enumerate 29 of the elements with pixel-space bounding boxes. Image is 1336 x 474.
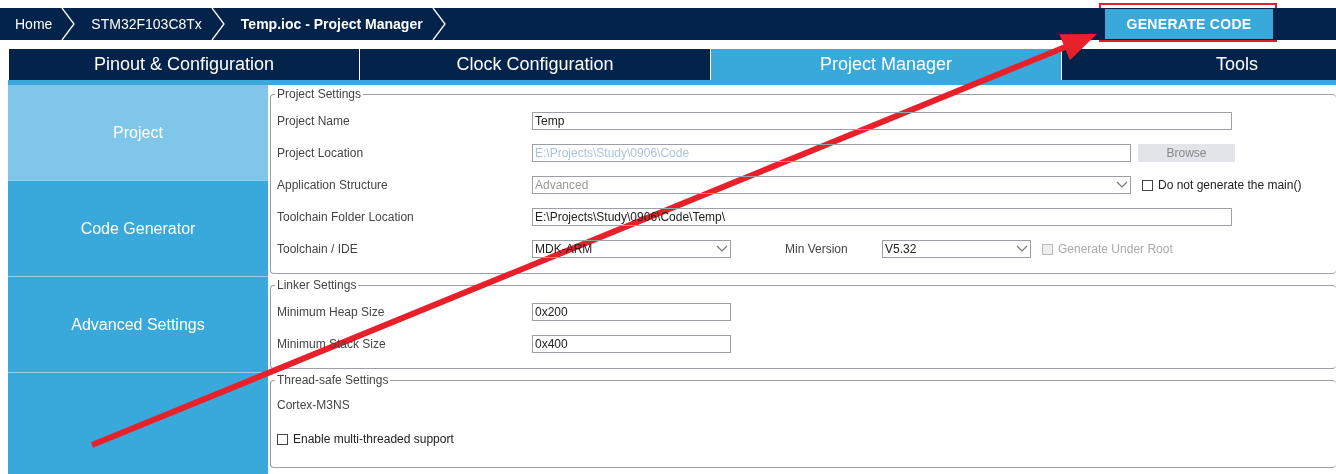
chevron-icon	[209, 8, 226, 40]
group-title: Project Settings	[276, 87, 363, 101]
checkbox[interactable]: Do not generate the main()	[1142, 178, 1302, 192]
field-label: Toolchain / IDE	[277, 242, 359, 256]
field-label: Project Name	[277, 114, 351, 128]
tab[interactable]: Clock Configuration	[359, 49, 710, 80]
caret-icon	[1016, 245, 1028, 253]
core-label: Cortex-M3NS	[277, 398, 350, 412]
chevron-icon	[60, 8, 77, 40]
field-label: Min Version	[785, 242, 849, 256]
checkbox[interactable]: Enable multi-threaded support	[277, 432, 454, 446]
tab[interactable]: Pinout & Configuration	[8, 49, 359, 80]
caret-icon	[1116, 181, 1128, 189]
group-title: Thread-safe Settings	[276, 373, 390, 387]
breadcrumb-link[interactable]: STM32F103C8Tx	[76, 16, 210, 32]
caret-icon	[716, 245, 728, 253]
field-label: Minimum Heap Size	[277, 305, 386, 319]
text-field[interactable]: 0x200	[532, 303, 731, 321]
field-label: Project Location	[277, 146, 365, 160]
dropdown[interactable]: V5.32	[882, 240, 1031, 258]
tab[interactable]: Tools	[1061, 49, 1336, 80]
text-field[interactable]: 0x400	[532, 335, 731, 353]
breadcrumb-link[interactable]: Temp.ioc - Project Manager	[225, 16, 431, 32]
field-label: Toolchain Folder Location	[277, 210, 415, 224]
group-title: Linker Settings	[276, 278, 358, 292]
field-label: Application Structure	[277, 178, 389, 192]
chevron-icon	[430, 8, 447, 40]
text-field[interactable]: Temp	[532, 112, 1232, 130]
breadcrumb-link[interactable]: Home	[0, 16, 61, 32]
